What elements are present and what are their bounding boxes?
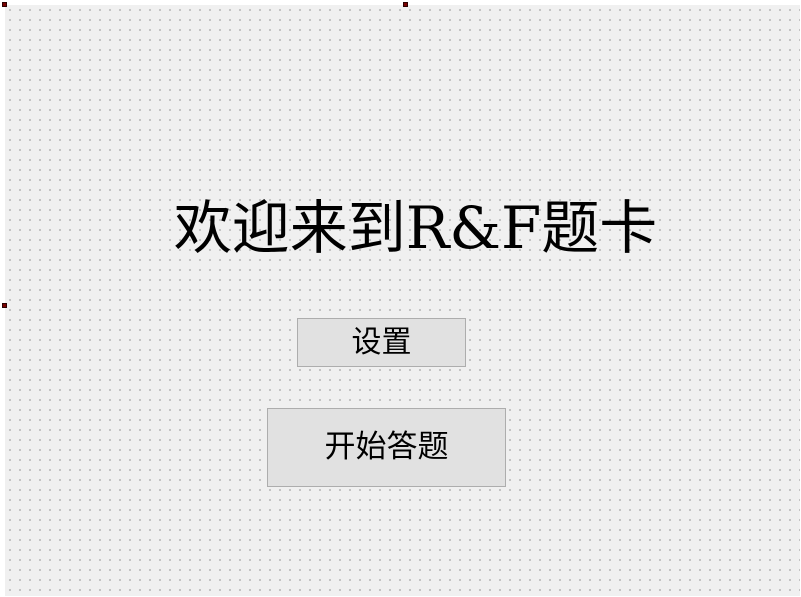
- resize-handle-top-center[interactable]: [403, 2, 408, 7]
- resize-handle-top-left[interactable]: [2, 2, 7, 7]
- welcome-title: 欢迎来到R&F题卡: [173, 194, 658, 262]
- start-quiz-button[interactable]: 开始答题: [267, 408, 506, 487]
- resize-handle-middle-left[interactable]: [2, 303, 7, 308]
- settings-button[interactable]: 设置: [297, 318, 466, 367]
- form-design-canvas: [5, 5, 800, 596]
